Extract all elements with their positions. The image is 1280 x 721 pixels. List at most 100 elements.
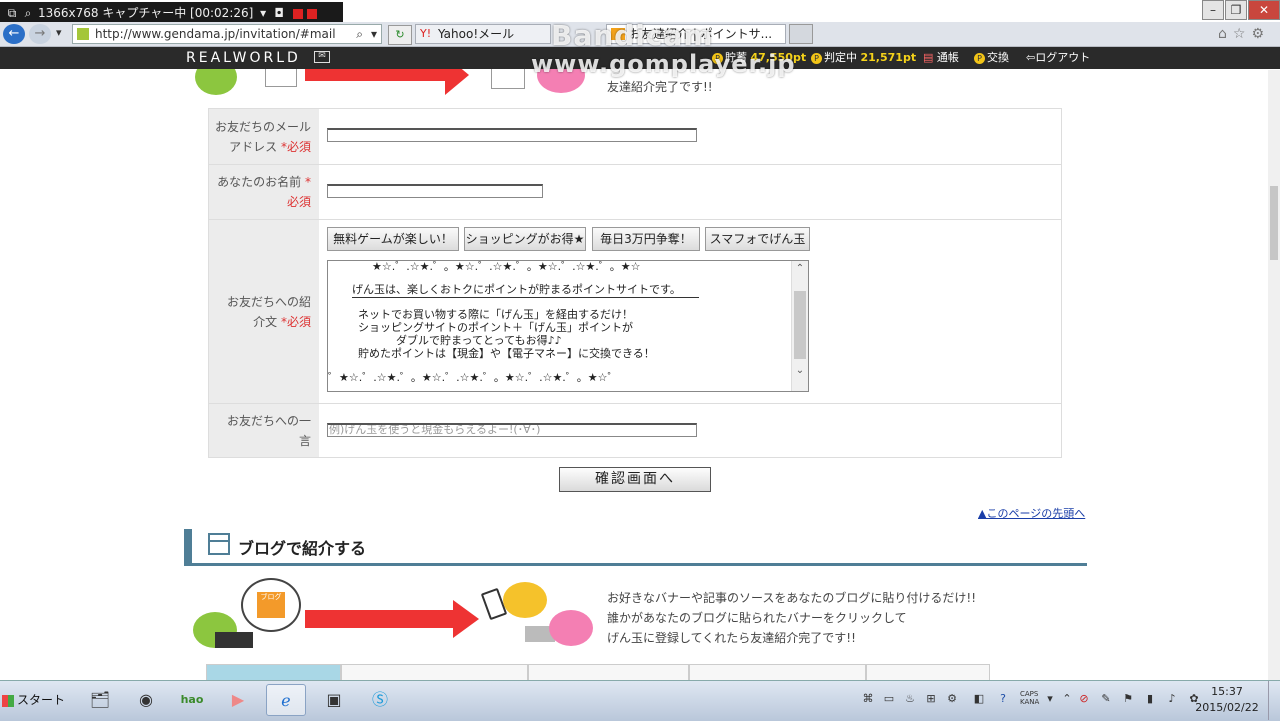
camera-icon[interactable]: ◘ — [273, 2, 285, 24]
green-mascot-icon — [195, 69, 237, 95]
row-divider — [209, 219, 1061, 220]
message-line: ★☆.゜.☆★.゜。★☆.゜.☆★.゜。★☆.゜.☆★.゜。★☆ — [372, 260, 641, 273]
template-button-smartphone[interactable]: スマフォでげん玉 — [705, 227, 810, 251]
template-button-shopping[interactable]: ショッピングがお得★ — [464, 227, 586, 251]
settings-icon[interactable]: ⚙ — [1251, 26, 1270, 42]
blog-banner-tabs — [206, 664, 990, 680]
restore-icon[interactable]: ❐ — [1225, 0, 1247, 20]
capture-status-bar: ⧉ ⌕ 1366x768 キャプチャー中 [00:02:26] ▾ ◘ — [0, 2, 343, 24]
blog-tab[interactable] — [689, 664, 866, 680]
page-scrollbar[interactable] — [1268, 70, 1280, 680]
address-bar[interactable]: http://www.gendama.jp/invitation/#mail ⌕… — [72, 24, 382, 44]
minimize-icon[interactable]: – — [1202, 0, 1224, 20]
watermark-bandicam: Bandicam — [551, 19, 714, 52]
chrome-icon[interactable]: ◉ — [126, 684, 166, 716]
tray-icon[interactable]: ⌘ — [861, 692, 875, 706]
refresh-button[interactable]: ↻ — [388, 25, 412, 45]
blog-banner-image: ブログ — [185, 576, 605, 656]
scroll-up-icon[interactable]: ⌃ — [792, 263, 808, 277]
blog-description: お好きなバナーや記事のソースをあなたのブログに貼り付けるだけ!! 誰かがあなたの… — [607, 591, 977, 645]
show-hidden-icons[interactable]: ⌃ — [1060, 692, 1074, 706]
blog-tab[interactable] — [341, 664, 528, 680]
blog-tab[interactable] — [206, 664, 341, 680]
address-dropdown-icon[interactable]: ▾ — [371, 25, 377, 43]
ime-options-icon[interactable]: ▾ — [1043, 692, 1057, 706]
skype-icon[interactable]: Ⓢ — [360, 684, 400, 716]
message-label: お友だちへの紹 介文 *必須 — [209, 220, 319, 403]
favorites-icon[interactable]: ☆ — [1233, 26, 1252, 42]
blog-tab[interactable] — [528, 664, 689, 680]
nav-exchange[interactable]: P 交換 — [974, 47, 1009, 69]
search-icon[interactable]: ⌕ — [356, 25, 363, 43]
hao123-icon[interactable]: hao — [172, 684, 212, 716]
row-divider — [209, 164, 1061, 165]
template-button-daily-prize[interactable]: 毎日3万円争奪！ — [592, 227, 700, 251]
blog-tab[interactable] — [866, 664, 990, 680]
point-coin-icon: P — [811, 52, 822, 64]
tray-icon[interactable]: ◧ — [972, 692, 986, 706]
site-logo[interactable]: REALWORLD — [186, 47, 301, 69]
template-button-free-games[interactable]: 無料ゲームが楽しい！ — [327, 227, 459, 251]
row-divider — [209, 403, 1061, 404]
start-button[interactable]: スタート — [2, 684, 68, 716]
help-icon[interactable]: ? — [996, 692, 1010, 706]
blog-section-heading: ブログで紹介する — [184, 529, 1087, 566]
message-textarea[interactable]: ★☆.゜.☆★.゜。★☆.゜.☆★.゜。★☆.゜.☆★.゜。★☆ げん玉は、楽し… — [327, 260, 809, 392]
nav-logout[interactable]: ⇦ログアウト — [1026, 47, 1090, 69]
volume-icon[interactable]: ♪ — [1165, 692, 1179, 706]
magnifier-icon[interactable]: ⌕ — [22, 2, 34, 24]
pink-mascot-icon — [549, 610, 593, 646]
tray-icon[interactable]: ✎ — [1099, 692, 1113, 706]
confirm-button[interactable]: 確認画面へ — [559, 467, 711, 492]
your-name-label: あなたのお名前 * 必須 — [209, 165, 319, 219]
friend-email-input[interactable] — [327, 128, 697, 142]
layout-icon — [208, 533, 230, 555]
action-center-icon[interactable]: ⚑ — [1121, 692, 1135, 706]
forward-button[interactable]: → — [29, 24, 51, 44]
internet-explorer-icon[interactable]: ℯ — [266, 684, 306, 716]
comment-label: お友だちへの一言 — [209, 404, 319, 457]
network-icon[interactable]: ▮ — [1143, 692, 1157, 706]
caps-kana-indicator: CAPS KANA — [1020, 690, 1040, 706]
arrow-head-icon — [445, 69, 469, 95]
points-pending: P 判定中 21,571pt — [811, 47, 916, 69]
tab-yahoo-mail[interactable]: Y! Yahoo!メール — [415, 24, 551, 44]
your-name-input[interactable] — [327, 184, 543, 198]
tray-icon[interactable]: ♨ — [903, 692, 917, 706]
bandicam-icon[interactable]: ▣ — [314, 684, 354, 716]
close-icon[interactable]: ✕ — [1248, 0, 1280, 20]
explorer-icon[interactable]: 🗂 — [80, 684, 120, 716]
capture-status-text: 1366x768 キャプチャー中 [00:02:26] — [38, 6, 254, 20]
comment-input[interactable]: 例)げん玉を使うと現金もらえるよー!(･∀･) — [327, 423, 697, 437]
page-scroll-thumb[interactable] — [1270, 186, 1278, 260]
nav-passbook[interactable]: ▤ 通帳 — [923, 47, 959, 69]
friend-email-label: お友だちのメール アドレス *必須 — [209, 109, 319, 164]
history-dropdown-icon[interactable]: ▾ — [56, 26, 62, 39]
dropdown-icon[interactable]: ▾ — [257, 2, 269, 24]
tray-icon[interactable]: ⚙ — [945, 692, 959, 706]
back-button[interactable]: ← — [3, 24, 25, 44]
message-line: ゜★☆.゜.☆★.゜。★☆.゜.☆★.゜。★☆.゜.☆★.゜。★☆゜ — [328, 371, 619, 384]
pause-icon[interactable] — [293, 8, 304, 19]
window-controls: – ❐ ✕ — [1201, 0, 1280, 20]
windows-flag-icon — [2, 694, 14, 707]
laptop-icon — [215, 632, 253, 648]
blog-section-title: ブログで紹介する — [238, 539, 367, 558]
mail-icon[interactable]: ✉ — [314, 51, 330, 63]
show-desktop-button[interactable] — [1268, 681, 1280, 720]
media-player-icon[interactable]: ▶ — [218, 684, 258, 716]
taskbar-clock[interactable]: 15:37 2015/02/22 — [1192, 684, 1262, 716]
scroll-down-icon[interactable]: ⌄ — [792, 365, 808, 379]
window-icon[interactable]: ⧉ — [6, 2, 18, 24]
tray-icon[interactable]: ⊞ — [924, 692, 938, 706]
new-tab-button[interactable] — [789, 24, 813, 44]
message-line: 貯めたポイントは【現金】や【電子マネー】に交換できる！ — [358, 347, 655, 360]
stop-icon[interactable] — [307, 8, 318, 19]
tray-icon[interactable]: ⊘ — [1077, 692, 1091, 706]
home-icon[interactable]: ⌂ — [1218, 26, 1233, 42]
tray-icon[interactable]: ▭ — [882, 692, 896, 706]
message-scrollbar[interactable]: ⌃ ⌄ — [791, 261, 808, 391]
heading-accent-bar — [184, 529, 192, 563]
page-top-link[interactable]: ▲このページの先頭へ — [978, 505, 1085, 521]
scroll-thumb[interactable] — [794, 291, 806, 359]
